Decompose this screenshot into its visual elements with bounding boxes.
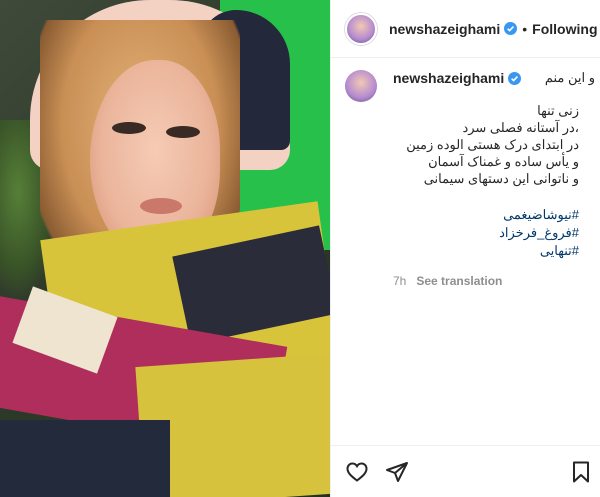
post-time[interactable]: 7h (393, 274, 406, 288)
caption-username[interactable]: newshazeighami (393, 70, 504, 86)
post-image[interactable] (0, 0, 330, 497)
paper-plane-icon[interactable] (385, 460, 409, 484)
hashtag-link[interactable]: #تنهایی (393, 242, 579, 260)
caption-line: زنی تنها (537, 103, 579, 118)
avatar[interactable] (345, 12, 377, 45)
bookmark-icon[interactable] (569, 460, 593, 484)
caption-meta: 7h See translation (393, 274, 595, 288)
verified-badge-icon (504, 22, 518, 35)
post-side-panel: newshazeighami • Following newshazeigham… (330, 0, 600, 497)
hashtag-link[interactable]: #نیوشاضیغمی (393, 206, 579, 224)
avatar[interactable] (345, 70, 377, 102)
caption: newshazeighami و این منم زنی تنها ،در آس… (345, 70, 595, 288)
following-button[interactable]: Following (532, 21, 597, 37)
caption-line: ،در آستانه فصلی سرد (462, 120, 579, 135)
see-translation-link[interactable]: See translation (416, 274, 502, 288)
caption-line: در ابتدای درک هستی الوده زمین (406, 137, 579, 152)
caption-first-line: و این منم (544, 70, 595, 85)
post-header: newshazeighami • Following (331, 0, 600, 58)
hashtag-list: #نیوشاضیغمی #فروغ_فرخزاد #تنهایی (393, 206, 579, 260)
separator-dot: • (522, 20, 528, 37)
verified-badge-icon (508, 71, 522, 85)
caption-line: و ناتوانی این دستهای سیمانی (423, 171, 579, 186)
caption-line: و یأس ساده و غمناک آسمان (428, 154, 579, 169)
heart-icon[interactable] (345, 460, 369, 484)
action-bar (331, 445, 600, 497)
hashtag-link[interactable]: #فروغ_فرخزاد (393, 224, 579, 242)
header-username[interactable]: newshazeighami (389, 21, 500, 37)
caption-text: زنی تنها ،در آستانه فصلی سرد در ابتدای د… (393, 102, 579, 187)
